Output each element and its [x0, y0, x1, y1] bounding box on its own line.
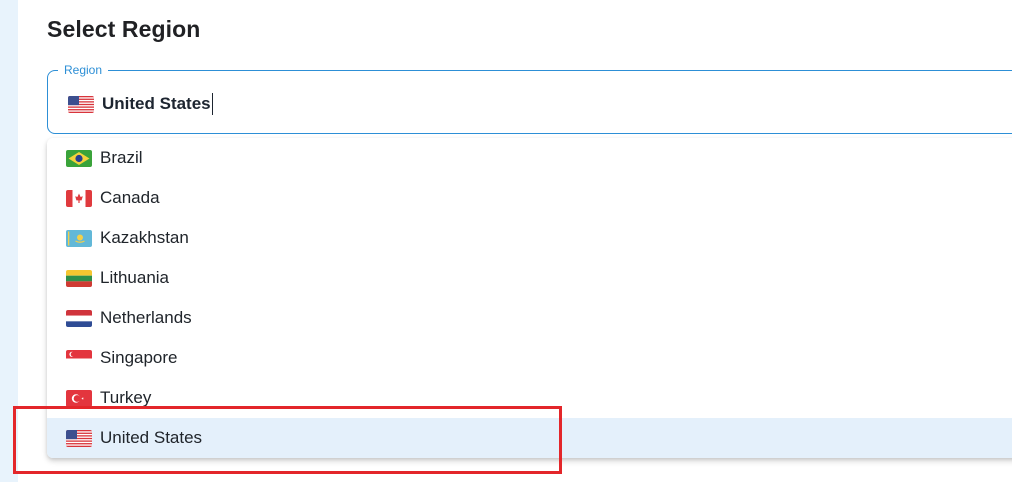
region-option-label: Netherlands	[100, 308, 192, 327]
region-option-united-states[interactable]: United States	[47, 418, 1012, 458]
region-select-field[interactable]: Region United States	[47, 62, 1012, 134]
brazil-flag-icon	[66, 149, 92, 167]
us-flag-icon	[68, 95, 94, 113]
turkey-flag-icon	[66, 389, 92, 407]
region-dropdown-list: Brazil Canada Kazakhstan Lithuania Nethe…	[47, 138, 1012, 458]
text-cursor	[211, 93, 213, 115]
left-panel-edge	[0, 0, 18, 482]
us-flag-icon	[66, 429, 92, 447]
region-option-label: Canada	[100, 188, 160, 207]
region-option-brazil[interactable]: Brazil	[47, 138, 1012, 178]
region-option-canada[interactable]: Canada	[47, 178, 1012, 218]
region-option-singapore[interactable]: Singapore	[47, 338, 1012, 378]
region-option-label: Turkey	[100, 388, 152, 407]
singapore-flag-icon	[66, 349, 92, 367]
region-option-label: Singapore	[100, 348, 178, 367]
region-field-value-text: United States	[102, 94, 211, 113]
region-option-turkey[interactable]: Turkey	[47, 378, 1012, 418]
region-field-value[interactable]: United States	[68, 93, 213, 115]
lithuania-flag-icon	[66, 269, 92, 287]
region-option-label: United States	[100, 428, 203, 447]
region-option-label: Lithuania	[100, 268, 170, 287]
netherlands-flag-icon	[66, 309, 92, 327]
region-option-lithuania[interactable]: Lithuania	[47, 258, 1012, 298]
page-title: Select Region	[47, 16, 201, 42]
region-option-label: Brazil	[100, 148, 143, 167]
region-option-netherlands[interactable]: Netherlands	[47, 298, 1012, 338]
kazakhstan-flag-icon	[66, 229, 92, 247]
region-option-label: Kazakhstan	[100, 228, 189, 247]
region-option-kazakhstan[interactable]: Kazakhstan	[47, 218, 1012, 258]
region-field-label: Region	[58, 62, 109, 78]
canada-flag-icon	[66, 189, 92, 207]
